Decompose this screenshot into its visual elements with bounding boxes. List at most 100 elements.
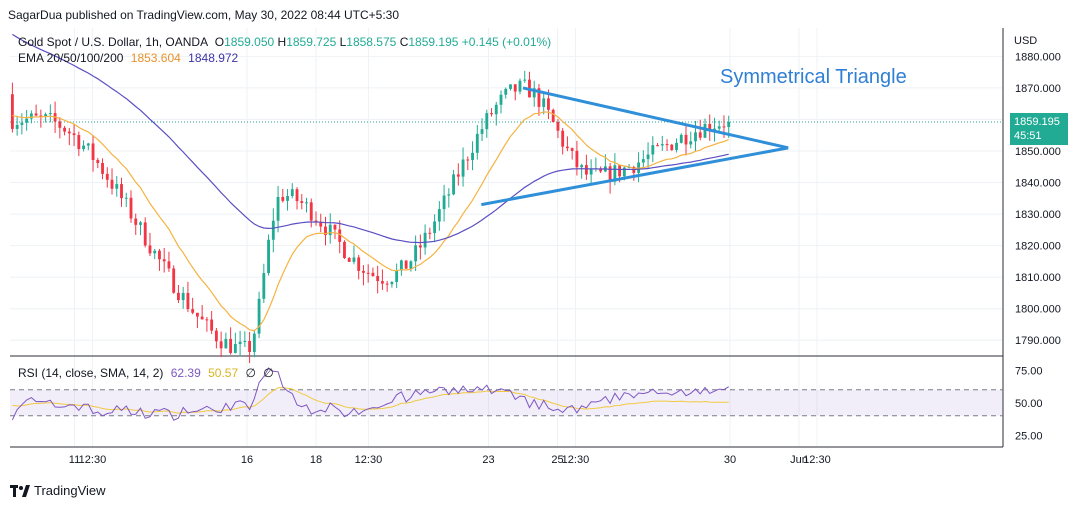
- attribution-text: SagarDua published on TradingView.com, M…: [8, 8, 400, 22]
- candle-body: [376, 276, 380, 282]
- change-value: +0.145 (+0.01%): [461, 35, 552, 49]
- candle-body: [300, 201, 304, 203]
- candle-body: [456, 174, 460, 177]
- candle-body: [58, 121, 62, 128]
- rsi-tick-label: 50.00: [1015, 398, 1043, 410]
- time-tick-label: 16: [241, 454, 253, 466]
- rsi-sma-value: 50.57: [208, 366, 239, 380]
- candle-body: [276, 196, 280, 221]
- time-tick-label: 18: [310, 454, 322, 466]
- time-tick-label: 12:30: [803, 454, 831, 466]
- candle-body: [656, 145, 659, 147]
- candle-body: [433, 221, 437, 234]
- candle-body: [575, 150, 579, 168]
- candle-body: [86, 143, 90, 146]
- candle-body: [82, 145, 85, 150]
- candle-body: [542, 98, 546, 107]
- candle-body: [143, 222, 147, 246]
- candle-body: [717, 126, 721, 129]
- candle-body: [252, 333, 256, 352]
- bar-countdown: 45:51: [1014, 130, 1042, 142]
- candle-body: [148, 245, 152, 254]
- candle-body: [96, 160, 100, 163]
- price-pane[interactable]: USD 1880.0001870.0001860.0001850.0001840…: [10, 28, 1061, 448]
- rsi-axis-ticks: 75.00 50.00 25.00: [1015, 365, 1043, 442]
- candle-body: [181, 292, 185, 301]
- open-value: 1859.050: [224, 35, 275, 49]
- candle-body: [490, 113, 493, 115]
- symbol-title: Gold Spot / U.S. Dollar, 1h, OANDA: [18, 35, 208, 49]
- time-tick-label: 23: [482, 454, 494, 466]
- candle-body: [177, 292, 180, 301]
- candle-body: [390, 282, 394, 285]
- candle-body: [262, 273, 266, 299]
- rsi-tick-label: 25.00: [1015, 430, 1043, 442]
- candle-body: [195, 312, 199, 317]
- time-axis-ticks: 1112:30 16 18 12:30 23 2512:30 30 Jun12:30: [69, 454, 831, 466]
- candle-body: [414, 245, 418, 262]
- last-price-value: 1859.195: [1014, 116, 1060, 128]
- candle-body: [172, 268, 176, 293]
- candle-body: [404, 260, 408, 269]
- price-tick-label: 1850.000: [1015, 146, 1061, 158]
- candle-body: [110, 179, 114, 189]
- candle-body: [243, 341, 247, 343]
- candle-body: [679, 134, 683, 143]
- symbol-legend[interactable]: Gold Spot / U.S. Dollar, 1h, OANDA O1859…: [18, 35, 551, 49]
- last-price-badge: 1859.195 45:51: [1010, 113, 1068, 145]
- candle-body: [34, 113, 38, 116]
- candle-body: [10, 94, 14, 129]
- candle-body: [224, 338, 228, 349]
- candle-body: [153, 250, 157, 254]
- candle-body: [428, 232, 432, 234]
- candle-body: [124, 197, 128, 199]
- candle-body: [580, 165, 584, 168]
- candle-body: [485, 113, 489, 130]
- candle-body: [722, 126, 726, 128]
- ema-legend[interactable]: EMA 20/50/100/200 1853.604 1848.972: [18, 51, 238, 65]
- candle-body: [25, 118, 29, 123]
- candle-body: [366, 272, 370, 274]
- candle-body: [162, 259, 166, 262]
- candle-body: [618, 165, 622, 177]
- candle-body: [395, 270, 399, 283]
- candle-body: [290, 189, 294, 197]
- candle-body: [471, 152, 474, 161]
- candle-body: [551, 109, 555, 122]
- chart-canvas[interactable]: USD 1880.0001870.0001860.0001850.0001840…: [0, 0, 1079, 508]
- candle-body: [698, 132, 702, 138]
- time-tick-label: 12:30: [79, 454, 107, 466]
- candle-body: [29, 113, 33, 119]
- candle-body: [509, 84, 512, 89]
- candle-body: [646, 154, 650, 160]
- candle-body: [461, 159, 465, 177]
- price-tick-label: 1800.000: [1015, 304, 1061, 316]
- price-tick-label: 1810.000: [1015, 272, 1061, 284]
- candle-body: [101, 162, 104, 174]
- candle-body: [452, 174, 455, 195]
- candle-body: [380, 281, 384, 284]
- price-tick-label: 1790.000: [1015, 335, 1061, 347]
- candle-body: [214, 330, 218, 342]
- candle-body: [684, 134, 688, 145]
- candle-body: [248, 341, 252, 352]
- triangle-lower-trendline[interactable]: [481, 146, 789, 207]
- candle-body: [670, 144, 674, 150]
- ema-value-fast: 1853.604: [130, 51, 181, 65]
- candle-body: [385, 283, 389, 285]
- candle-body: [513, 84, 517, 92]
- close-value: 1859.195: [408, 35, 459, 49]
- candle-body: [589, 169, 593, 175]
- candle-body: [200, 316, 204, 320]
- footer-brand[interactable]: TradingView: [10, 483, 106, 498]
- candle-body: [15, 124, 19, 129]
- price-tick-label: 1880.000: [1015, 51, 1061, 63]
- candle-body: [651, 145, 655, 155]
- tradingview-logo-icon: [10, 484, 30, 497]
- rsi-legend[interactable]: RSI (14, close, SMA, 14, 2) 62.39 50.57 …: [18, 366, 274, 380]
- candle-body: [167, 261, 171, 269]
- ema-fast-line: [12, 111, 729, 332]
- candle-body: [570, 148, 574, 151]
- candle-body: [286, 196, 289, 201]
- candle-body: [309, 202, 313, 221]
